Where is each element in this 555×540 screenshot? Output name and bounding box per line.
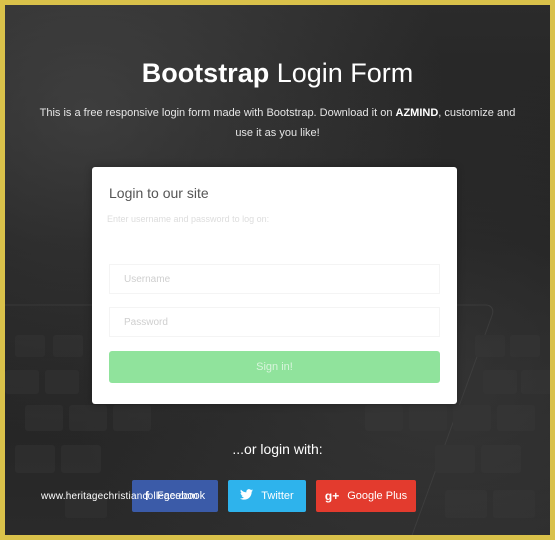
sign-in-button[interactable]: Sign in! <box>109 351 440 383</box>
google-plus-icon: g+ <box>324 489 340 503</box>
brand-link[interactable]: AZMIND <box>396 107 439 119</box>
title-rest: Login Form <box>276 58 414 88</box>
login-title: Login to our site <box>109 185 209 201</box>
twitter-icon <box>240 489 254 503</box>
login-card: Login to our site Enter username and pas… <box>92 167 457 404</box>
title-bold: Bootstrap <box>141 58 270 88</box>
google-plus-label: Google Plus <box>347 490 408 502</box>
username-input[interactable] <box>109 264 440 294</box>
twitter-login-button[interactable]: Twitter <box>228 480 306 512</box>
password-input[interactable] <box>109 307 440 337</box>
subtitle-text: This is a free responsive login form mad… <box>39 107 393 119</box>
background-frame: Bootstrap Login Form This is a free resp… <box>0 0 555 540</box>
login-subtitle: Enter username and password to log on: <box>107 214 270 224</box>
watermark-text: www.heritagechristiancollege.com <box>41 491 199 502</box>
twitter-label: Twitter <box>261 490 294 502</box>
google-plus-login-button[interactable]: g+ Google Plus <box>316 480 416 512</box>
page-title: Bootstrap Login Form <box>5 57 550 89</box>
page-subtitle: This is a free responsive login form mad… <box>30 103 525 143</box>
or-login-label: ...or login with: <box>232 441 323 457</box>
